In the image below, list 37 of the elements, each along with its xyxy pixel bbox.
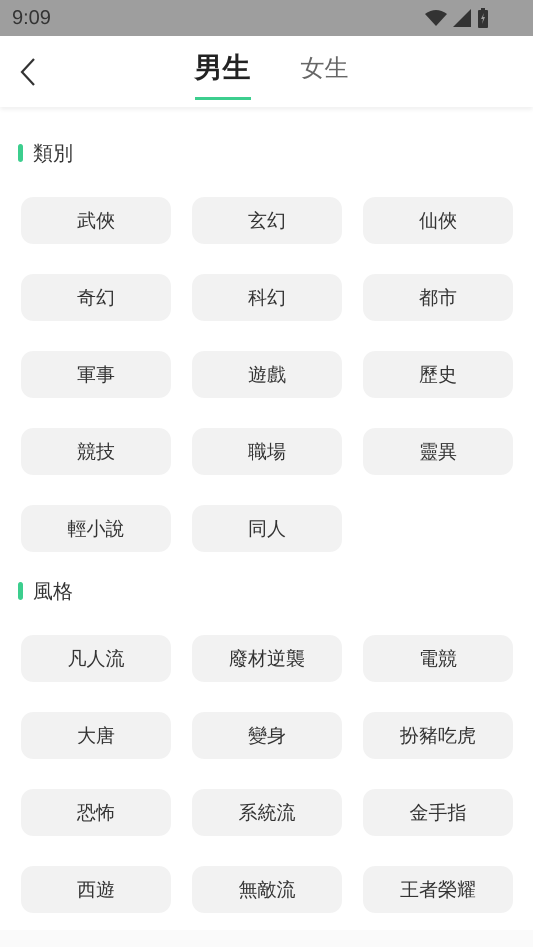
back-button[interactable] xyxy=(18,56,38,88)
genre-tag[interactable]: 輕小說 xyxy=(21,505,171,552)
section-title: 類別 xyxy=(33,140,73,166)
battery-icon xyxy=(477,8,489,28)
genre-tag[interactable]: 恐怖 xyxy=(21,789,171,836)
genre-tag[interactable]: 靈異 xyxy=(363,428,513,475)
genre-tag[interactable]: 職場 xyxy=(192,428,342,475)
genre-tag[interactable]: 無敵流 xyxy=(192,866,342,913)
genre-tag[interactable]: 廢材逆襲 xyxy=(192,635,342,682)
genre-tag[interactable]: 大唐 xyxy=(21,712,171,759)
section-title: 風格 xyxy=(33,578,73,604)
genre-tag[interactable]: 西遊 xyxy=(21,866,171,913)
section-marker xyxy=(18,144,23,162)
genre-tag[interactable]: 扮豬吃虎 xyxy=(363,712,513,759)
genre-tag[interactable]: 變身 xyxy=(192,712,342,759)
genre-tag[interactable]: 奇幻 xyxy=(21,274,171,321)
genre-tag[interactable]: 遊戲 xyxy=(192,351,342,398)
genre-tag[interactable]: 金手指 xyxy=(363,789,513,836)
genre-tag[interactable]: 都市 xyxy=(363,274,513,321)
genre-tag[interactable]: 系統流 xyxy=(192,789,342,836)
genre-tag[interactable]: 武俠 xyxy=(21,197,171,244)
genre-tag[interactable]: 玄幻 xyxy=(192,197,342,244)
wifi-icon xyxy=(425,10,447,26)
gender-tab[interactable]: 女生 xyxy=(300,43,348,100)
genre-tag[interactable]: 競技 xyxy=(21,428,171,475)
genre-tag[interactable]: 軍事 xyxy=(21,351,171,398)
genre-tag[interactable]: 電競 xyxy=(363,635,513,682)
genre-tag[interactable]: 科幻 xyxy=(192,274,342,321)
genre-tag[interactable]: 同人 xyxy=(192,505,342,552)
section-marker xyxy=(18,582,23,600)
genre-tag[interactable]: 凡人流 xyxy=(21,635,171,682)
genre-tag[interactable]: 王者榮耀 xyxy=(363,866,513,913)
genre-tag[interactable]: 歷史 xyxy=(363,351,513,398)
status-time: 9:09 xyxy=(12,6,51,30)
gender-tab[interactable]: 男生 xyxy=(194,43,250,100)
signal-icon xyxy=(453,9,471,27)
genre-tag[interactable]: 仙俠 xyxy=(363,197,513,244)
